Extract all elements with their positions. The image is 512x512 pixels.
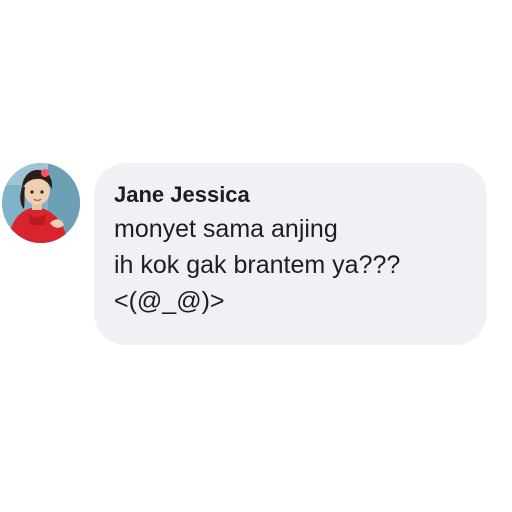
comment-text-line: ih kok gak brantem ya??? — [114, 251, 401, 279]
comment: Jane Jessica monyet sama anjing ih kok g… — [0, 0, 512, 512]
avatar[interactable] — [2, 163, 80, 243]
avatar-photo-icon — [2, 163, 80, 243]
comment-author[interactable]: Jane Jessica — [114, 181, 467, 209]
comment-text-line: monyet sama anjing — [114, 215, 338, 243]
comment-bubble: Jane Jessica monyet sama anjing ih kok g… — [94, 163, 487, 345]
comment-text-line: <(@_@)> — [114, 287, 225, 315]
